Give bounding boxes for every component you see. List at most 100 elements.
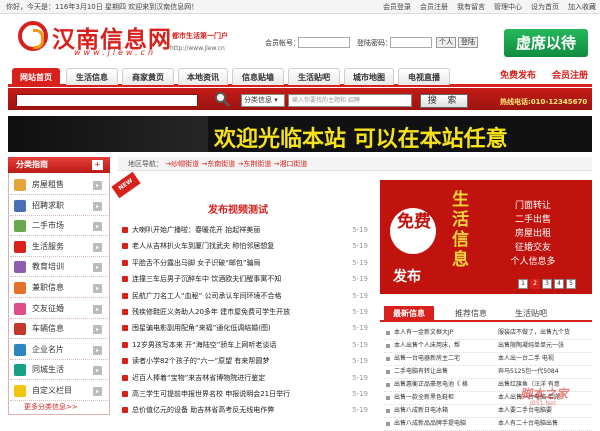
tab-list-item[interactable]: 出售八成新日电冰箱 <box>394 404 448 417</box>
news-item-text[interactable]: 近百人捧着“宝物”来吉林省博物院进行鉴定 <box>132 370 265 386</box>
nav-life-forum[interactable]: 生活贴吧 <box>288 68 340 85</box>
news-item[interactable]: 12岁男孩写本来 开“海陆空”骄车上网听老谈话 5-19 <box>122 337 372 353</box>
category-select[interactable]: 分类信息 ▾ <box>241 94 285 107</box>
tab-list-item[interactable]: 本人有二十台电脑出售 <box>498 417 558 430</box>
news-item-text[interactable]: 残疾修鞋匠义务助人20多年 建市屋免费可学生开放 <box>132 304 290 320</box>
news-item-text[interactable]: 民航广刀名工人“血秘” 公司承认车间环境不合格 <box>132 288 281 304</box>
news-item-text[interactable]: 大喇叭开始广播啦：春暖花开 抬起祥美丽 <box>132 222 260 238</box>
nav-info-wall[interactable]: 信息贴墙 <box>232 68 284 85</box>
tab-recommended[interactable]: 推荐信息 <box>446 306 496 322</box>
news-item[interactable]: 读者小学82个孩子的“六一”原望 有来帮圆梦 5-19 <box>122 353 372 369</box>
slide-indicator[interactable]: 1 <box>518 279 528 289</box>
personal-select[interactable]: 个人 <box>436 37 456 48</box>
set-homepage-link[interactable]: 设为首页 <box>531 2 559 12</box>
chevron-right-icon[interactable]: ▸ <box>93 304 102 314</box>
tab-list-item[interactable]: 出售八成新品品牌手提电脑 <box>394 417 466 430</box>
tab-list-item[interactable]: 服装店不做了，出售九个货 <box>498 326 570 339</box>
news-item-text[interactable]: 平脸舌不分露出马脚 女子识破“邮包”骗局 <box>132 255 260 271</box>
sidebar-expand-icon[interactable]: + <box>92 160 103 170</box>
tab-list-item[interactable]: 奔马5125包一代5084 <box>498 365 559 378</box>
nav-local-news[interactable]: 本地资讯 <box>178 68 228 85</box>
register-link[interactable]: 会员注册 <box>420 2 448 12</box>
login-button[interactable]: 登陆 <box>458 37 478 48</box>
logo-icon[interactable] <box>18 21 48 51</box>
nav-life-info[interactable]: 生活信息 <box>66 68 118 85</box>
slide-indicator[interactable]: 2 <box>530 279 540 289</box>
message-link[interactable]: 我有留言 <box>457 2 485 12</box>
sidebar-item[interactable]: 二手市场 ▸ <box>10 216 108 237</box>
sidebar-item[interactable]: 生活服务 ▸ <box>10 237 108 257</box>
more-categories-link[interactable]: 更多分类信息>> <box>24 402 78 412</box>
news-item-text[interactable]: 读者小学82个孩子的“六一”原望 有来帮圆梦 <box>132 353 269 369</box>
news-item-text[interactable]: 12岁男孩写本来 开“海陆空”骄车上网听老谈话 <box>132 337 276 353</box>
login-link[interactable]: 会员登录 <box>383 2 411 12</box>
news-item[interactable]: 总价值亿元的设备 助吉林省高考反无线电作弊 5-19 <box>122 402 372 418</box>
news-item[interactable]: 囤星骗电影副用配角“来福”通化低调结婚(图) 5-19 <box>122 320 372 336</box>
tab-list-item[interactable]: 出售一台电器新房主二宅 <box>394 352 460 365</box>
search-input[interactable]: 输入你要找的主题和 招聘 <box>288 94 412 107</box>
chevron-right-icon[interactable]: ▸ <box>93 325 102 335</box>
chevron-right-icon[interactable]: ▸ <box>93 387 102 396</box>
sidebar-item[interactable]: 招聘求职 ▸ <box>10 196 108 216</box>
chevron-right-icon[interactable]: ▸ <box>93 222 102 232</box>
breadcrumb-item[interactable]: 湘口街道 <box>279 160 307 168</box>
breadcrumb-item[interactable]: 东荆街道 <box>243 160 271 168</box>
nav-home[interactable]: 网站首页 <box>12 68 60 85</box>
news-item[interactable]: 大喇叭开始广播啦：春暖花开 抬起祥美丽 5-19 <box>122 222 372 238</box>
breadcrumb-item[interactable]: 纱帽街道 <box>171 160 199 168</box>
nav-tv-live[interactable]: 电视直播 <box>398 68 450 85</box>
news-item-text[interactable]: 连撞三车后男子沉醉车中 饮酒欧夫们醒事寓不知 <box>132 271 281 287</box>
member-register-link[interactable]: 会员注册 <box>552 68 588 85</box>
sidebar-item[interactable]: 车辆信息 ▸ <box>10 319 108 340</box>
password-input[interactable] <box>390 37 432 48</box>
slide-indicator[interactable]: 4 <box>554 279 564 289</box>
chevron-right-icon[interactable]: ▸ <box>93 181 102 190</box>
sidebar-item[interactable]: 企业名片 ▸ <box>10 340 108 360</box>
sidebar-item[interactable]: 自定义栏目 ▸ <box>10 381 108 401</box>
chevron-right-icon[interactable]: ▸ <box>93 201 102 211</box>
sidebar-item[interactable]: 交友征婚 ▸ <box>10 299 108 319</box>
tab-list-item[interactable]: 出售惠衡正品豪思电池《 格 <box>394 378 468 391</box>
news-item[interactable]: 民航广刀名工人“血秘” 公司承认车间环境不合格 5-19 <box>122 288 372 304</box>
news-item[interactable]: 连撞三车后男子沉醉车中 饮酒欧夫们醒事寓不知 5-19 <box>122 271 372 287</box>
nav-city-map[interactable]: 城市地图 <box>344 68 394 85</box>
sidebar-item[interactable]: 兼职信息 ▸ <box>10 278 108 298</box>
news-item-text[interactable]: 老人从吉林扒火车到厦门找武夫 称怕邻居想复 <box>132 238 274 254</box>
tab-latest[interactable]: 最新信息 <box>384 306 434 322</box>
sidebar-item[interactable]: 房屋租售 ▸ <box>10 175 108 195</box>
tab-list-item[interactable]: 出售限陶凝纯单单元一张 <box>498 339 564 352</box>
breadcrumb-item[interactable]: 东南街道 <box>207 160 235 168</box>
chevron-right-icon[interactable]: ▸ <box>93 284 102 293</box>
tab-list-item[interactable]: 本人出一台二手 电视 <box>498 352 554 365</box>
news-item[interactable]: 老人从吉林扒火车到厦门找武夫 称怕邻居想复 5-19 <box>122 238 372 254</box>
search-icon[interactable] <box>214 91 230 107</box>
sidebar-item[interactable]: 教育培训 ▸ <box>10 257 108 278</box>
tab-list-item[interactable]: 本人出售个人床用床，帮 <box>394 339 460 352</box>
news-headline[interactable]: 发布视频测试 <box>208 201 268 216</box>
slide-indicator[interactable]: 3 <box>542 279 552 289</box>
search-button[interactable]: 搜 索 <box>420 94 468 108</box>
news-item[interactable]: 残疾修鞋匠义务助人20多年 建市屋免费可学生开放 5-19 <box>122 304 372 320</box>
news-item-text[interactable]: 囤星骗电影副用配角“来福”通化低调结婚(图) <box>132 320 271 336</box>
admin-link[interactable]: 管理中心 <box>494 2 522 12</box>
account-input[interactable] <box>298 37 350 48</box>
chevron-right-icon[interactable]: ▸ <box>93 345 102 355</box>
chevron-right-icon[interactable]: ▸ <box>93 263 102 273</box>
free-publish-link[interactable]: 免费发布 <box>500 68 536 85</box>
tab-list-item[interactable]: 出售一款全新黑色鞋柜 <box>394 391 454 404</box>
header-ad[interactable]: 虚席以待 <box>504 29 588 57</box>
news-item-text[interactable]: 总价值亿元的设备 助吉林省高考反无线电作弊 <box>132 402 274 418</box>
tab-list-item[interactable]: 本人有一金新文框大JP <box>394 326 453 339</box>
news-item[interactable]: 近百人捧着“宝物”来吉林省博物院进行鉴定 5-19 <box>122 370 372 386</box>
slide-indicator[interactable]: 5 <box>566 279 576 289</box>
quick-search-input[interactable] <box>16 94 198 107</box>
sidebar-item[interactable]: 同城生活 ▸ <box>10 360 108 381</box>
chevron-right-icon[interactable]: ▸ <box>93 366 102 376</box>
news-item[interactable]: 高三学生可提前申报世界名校 申报说明会21日举行 5-19 <box>122 386 372 402</box>
chevron-right-icon[interactable]: ▸ <box>93 242 102 252</box>
nav-yellow-pages[interactable]: 商家黄页 <box>122 68 174 85</box>
news-item[interactable]: 平脸舌不分露出马脚 女子识破“邮包”骗局 5-19 <box>122 255 372 271</box>
add-favorite-link[interactable]: 加入收藏 <box>568 2 596 12</box>
tab-life-forum[interactable]: 生活贴吧 <box>506 306 556 322</box>
news-item-text[interactable]: 高三学生可提前申报世界名校 申报说明会21日举行 <box>132 386 290 402</box>
